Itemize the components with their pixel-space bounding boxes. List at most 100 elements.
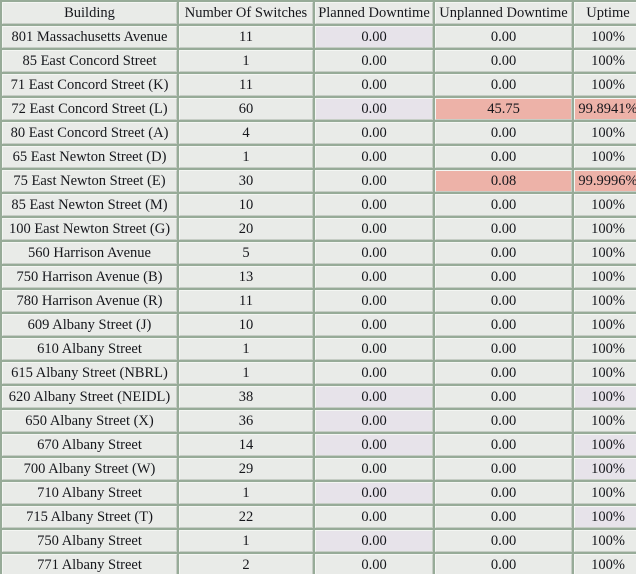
cell-planned-downtime: 0.00	[315, 26, 433, 48]
cell-uptime: 100%	[574, 74, 636, 96]
cell-switches: 1	[179, 146, 313, 168]
cell-building: 609 Albany Street (J)	[2, 314, 177, 336]
cell-uptime: 100%	[574, 338, 636, 360]
column-header-switches[interactable]: Number Of Switches	[179, 2, 313, 24]
cell-building: 72 East Concord Street (L)	[2, 98, 177, 120]
table-row: 71 East Concord Street (K) 11 0.00 0.00 100%	[2, 74, 636, 96]
cell-unplanned-downtime: 0.00	[435, 146, 572, 168]
cell-planned-downtime: 0.00	[315, 98, 433, 120]
column-header-uptime[interactable]: Uptime	[574, 2, 636, 24]
cell-planned-downtime: 0.00	[315, 290, 433, 312]
table-row: 85 East Newton Street (M) 10 0.00 0.00 100%	[2, 194, 636, 216]
cell-building: 710 Albany Street	[2, 482, 177, 504]
cell-planned-downtime: 0.00	[315, 170, 433, 192]
column-header-building[interactable]: Building	[2, 2, 177, 24]
table-row: 85 East Concord Street 1 0.00 0.00 100%	[2, 50, 636, 72]
cell-unplanned-downtime: 0.00	[435, 74, 572, 96]
cell-uptime: 100%	[574, 266, 636, 288]
cell-switches: 1	[179, 338, 313, 360]
cell-switches: 14	[179, 434, 313, 456]
cell-building: 85 East Concord Street	[2, 50, 177, 72]
cell-uptime: 100%	[574, 314, 636, 336]
cell-unplanned-downtime: 0.00	[435, 338, 572, 360]
cell-building: 771 Albany Street	[2, 554, 177, 574]
cell-planned-downtime: 0.00	[315, 506, 433, 528]
table-row: 100 East Newton Street (G) 20 0.00 0.00 100%	[2, 218, 636, 240]
cell-switches: 4	[179, 122, 313, 144]
cell-building: 71 East Concord Street (K)	[2, 74, 177, 96]
cell-building: 650 Albany Street (X)	[2, 410, 177, 432]
building-uptime-table: Building Number Of Switches Planned Down…	[0, 0, 636, 574]
table-header-row: Building Number Of Switches Planned Down…	[2, 2, 636, 24]
cell-planned-downtime: 0.00	[315, 338, 433, 360]
cell-switches: 29	[179, 458, 313, 480]
column-header-unplanned-downtime[interactable]: Unplanned Downtime	[435, 2, 572, 24]
cell-switches: 1	[179, 362, 313, 384]
cell-building: 615 Albany Street (NBRL)	[2, 362, 177, 384]
cell-building: 560 Harrison Avenue	[2, 242, 177, 264]
table-row: 75 East Newton Street (E) 30 0.00 0.08 99.99…	[2, 170, 636, 192]
cell-switches: 22	[179, 506, 313, 528]
cell-building: 750 Harrison Avenue (B)	[2, 266, 177, 288]
cell-uptime: 100%	[574, 26, 636, 48]
cell-planned-downtime: 0.00	[315, 458, 433, 480]
cell-switches: 30	[179, 170, 313, 192]
cell-planned-downtime: 0.00	[315, 50, 433, 72]
cell-building: 750 Albany Street	[2, 530, 177, 552]
table-row: 65 East Newton Street (D) 1 0.00 0.00 100%	[2, 146, 636, 168]
column-header-planned-downtime[interactable]: Planned Downtime	[315, 2, 433, 24]
cell-unplanned-downtime: 0.00	[435, 434, 572, 456]
cell-building: 75 East Newton Street (E)	[2, 170, 177, 192]
cell-unplanned-downtime: 0.00	[435, 50, 572, 72]
cell-planned-downtime: 0.00	[315, 554, 433, 574]
cell-uptime: 100%	[574, 458, 636, 480]
cell-unplanned-downtime: 0.00	[435, 194, 572, 216]
cell-switches: 36	[179, 410, 313, 432]
cell-switches: 13	[179, 266, 313, 288]
cell-building: 670 Albany Street	[2, 434, 177, 456]
cell-uptime: 99.8941%	[574, 98, 636, 120]
cell-unplanned-downtime: 0.00	[435, 314, 572, 336]
cell-switches: 60	[179, 98, 313, 120]
table-row: 560 Harrison Avenue 5 0.00 0.00 100%	[2, 242, 636, 264]
cell-uptime: 100%	[574, 362, 636, 384]
cell-uptime: 100%	[574, 290, 636, 312]
cell-unplanned-downtime: 0.00	[435, 506, 572, 528]
cell-switches: 11	[179, 26, 313, 48]
cell-planned-downtime: 0.00	[315, 74, 433, 96]
cell-switches: 38	[179, 386, 313, 408]
cell-unplanned-downtime: 0.00	[435, 386, 572, 408]
cell-unplanned-downtime: 0.00	[435, 554, 572, 574]
cell-switches: 1	[179, 50, 313, 72]
cell-unplanned-downtime: 0.00	[435, 530, 572, 552]
cell-unplanned-downtime: 0.00	[435, 362, 572, 384]
cell-planned-downtime: 0.00	[315, 242, 433, 264]
cell-building: 610 Albany Street	[2, 338, 177, 360]
cell-planned-downtime: 0.00	[315, 266, 433, 288]
cell-planned-downtime: 0.00	[315, 410, 433, 432]
cell-planned-downtime: 0.00	[315, 146, 433, 168]
cell-uptime: 100%	[574, 506, 636, 528]
cell-switches: 5	[179, 242, 313, 264]
cell-building: 620 Albany Street (NEIDL)	[2, 386, 177, 408]
cell-unplanned-downtime: 0.00	[435, 458, 572, 480]
cell-unplanned-downtime: 0.00	[435, 290, 572, 312]
cell-unplanned-downtime: 0.00	[435, 266, 572, 288]
cell-uptime: 100%	[574, 50, 636, 72]
cell-switches: 1	[179, 530, 313, 552]
table-row: 670 Albany Street 14 0.00 0.00 100%	[2, 434, 636, 456]
table-row: 650 Albany Street (X) 36 0.00 0.00 100%	[2, 410, 636, 432]
table-row: 615 Albany Street (NBRL) 1 0.00 0.00 100%	[2, 362, 636, 384]
table-row: 750 Albany Street 1 0.00 0.00 100%	[2, 530, 636, 552]
table-header: Building Number Of Switches Planned Down…	[2, 2, 636, 24]
table-row: 710 Albany Street 1 0.00 0.00 100%	[2, 482, 636, 504]
cell-uptime: 100%	[574, 530, 636, 552]
cell-switches: 2	[179, 554, 313, 574]
table-row: 715 Albany Street (T) 22 0.00 0.00 100%	[2, 506, 636, 528]
cell-uptime: 100%	[574, 410, 636, 432]
cell-uptime: 100%	[574, 122, 636, 144]
cell-uptime: 100%	[574, 218, 636, 240]
table-row: 750 Harrison Avenue (B) 13 0.00 0.00 100%	[2, 266, 636, 288]
cell-uptime: 100%	[574, 194, 636, 216]
cell-building: 80 East Concord Street (A)	[2, 122, 177, 144]
